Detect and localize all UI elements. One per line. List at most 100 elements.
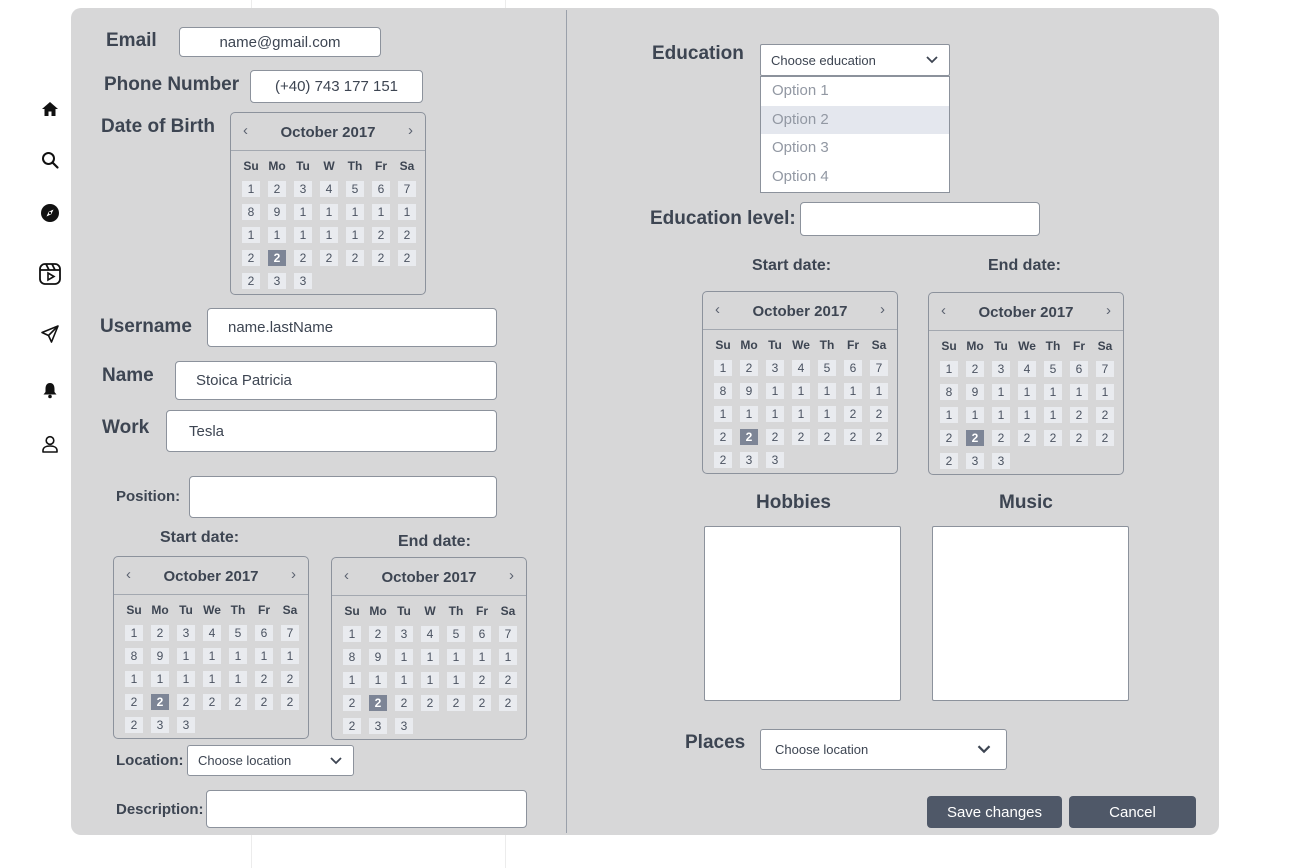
education-start-calendar[interactable]: October 2017 ‹ › Su Mo Tu We Th Fr Sa 1 2 3 4 5 6 7 8 9 1 1 1…: [702, 291, 898, 474]
calendar-day[interactable]: 3: [369, 718, 387, 734]
calendar-day[interactable]: 2: [203, 694, 221, 710]
calendar-day[interactable]: 3: [992, 453, 1010, 469]
calendar-day[interactable]: 2: [320, 250, 338, 266]
calendar-day[interactable]: 2: [766, 429, 784, 445]
chevron-left-icon[interactable]: ‹: [941, 302, 946, 319]
calendar-day[interactable]: 2: [177, 694, 195, 710]
calendar-day[interactable]: 5: [229, 625, 247, 641]
calendar-day[interactable]: 1: [1018, 407, 1036, 423]
calendar-day[interactable]: 3: [766, 452, 784, 468]
bell-icon[interactable]: [38, 378, 62, 402]
calendar-day[interactable]: 2: [255, 694, 273, 710]
search-icon[interactable]: [38, 148, 62, 172]
calendar-day[interactable]: 1: [369, 672, 387, 688]
calendar-day[interactable]: 3: [740, 452, 758, 468]
calendar-day[interactable]: 1: [421, 649, 439, 665]
calendar-day[interactable]: 2: [714, 452, 732, 468]
places-select[interactable]: Choose location: [760, 729, 1007, 770]
calendar-day[interactable]: 4: [1018, 361, 1036, 377]
calendar-day[interactable]: 1: [992, 407, 1010, 423]
calendar-day[interactable]: 1: [294, 204, 312, 220]
chevron-left-icon[interactable]: ‹: [126, 566, 131, 583]
calendar-day[interactable]: 1: [125, 625, 143, 641]
calendar-day[interactable]: 2: [844, 429, 862, 445]
calendar-day[interactable]: 9: [740, 383, 758, 399]
calendar-day[interactable]: 5: [447, 626, 465, 642]
calendar-day[interactable]: 2: [372, 250, 390, 266]
calendar-day[interactable]: 7: [398, 181, 416, 197]
home-icon[interactable]: [38, 97, 62, 121]
calendar-day[interactable]: 2: [268, 181, 286, 197]
calendar-day[interactable]: 5: [1044, 361, 1062, 377]
calendar-day[interactable]: 3: [294, 181, 312, 197]
education-option[interactable]: Option 4: [761, 163, 949, 192]
calendar-day[interactable]: 1: [421, 672, 439, 688]
calendar-day[interactable]: 2: [792, 429, 810, 445]
calendar-day[interactable]: 2: [1018, 430, 1036, 446]
calendar-day[interactable]: 1: [343, 626, 361, 642]
location-select[interactable]: Choose location: [187, 745, 354, 776]
calendar-day[interactable]: 1: [818, 383, 836, 399]
calendar-day[interactable]: 1: [229, 671, 247, 687]
calendar-day[interactable]: 2: [992, 430, 1010, 446]
calendar-day[interactable]: 2: [870, 406, 888, 422]
calendar-day[interactable]: 1: [714, 406, 732, 422]
calendar-day[interactable]: 1: [320, 204, 338, 220]
calendar-day-selected[interactable]: 2: [966, 430, 984, 446]
chevron-right-icon[interactable]: ›: [408, 122, 413, 139]
send-icon[interactable]: [38, 322, 62, 346]
calendar-day[interactable]: 1: [346, 204, 364, 220]
calendar-day[interactable]: 4: [792, 360, 810, 376]
calendar-day[interactable]: 1: [229, 648, 247, 664]
calendar-day[interactable]: 7: [281, 625, 299, 641]
calendar-day[interactable]: 1: [766, 383, 784, 399]
calendar-day[interactable]: 2: [473, 672, 491, 688]
education-option[interactable]: Option 1: [761, 77, 949, 106]
calendar-day[interactable]: 3: [268, 273, 286, 289]
calendar-day[interactable]: 1: [473, 649, 491, 665]
calendar-day[interactable]: 2: [343, 718, 361, 734]
education-option-highlighted[interactable]: Option 2: [761, 105, 949, 134]
calendar-day[interactable]: 2: [447, 695, 465, 711]
calendar-day[interactable]: 4: [320, 181, 338, 197]
calendar-day[interactable]: 1: [447, 649, 465, 665]
calendar-day[interactable]: 3: [177, 717, 195, 733]
calendar-day[interactable]: 2: [473, 695, 491, 711]
calendar-day-selected[interactable]: 2: [740, 429, 758, 445]
calendar-day[interactable]: 7: [1096, 361, 1114, 377]
work-start-calendar[interactable]: October 2017 ‹ › Su Mo Tu We Th Fr Sa 1 2 3 4 5 6 7 8 9 1 1 1…: [113, 556, 309, 739]
calendar-day[interactable]: 8: [125, 648, 143, 664]
calendar-day[interactable]: 1: [203, 648, 221, 664]
chevron-right-icon[interactable]: ›: [1106, 302, 1111, 319]
calendar-day-selected[interactable]: 2: [369, 695, 387, 711]
calendar-day[interactable]: 4: [203, 625, 221, 641]
chevron-left-icon[interactable]: ‹: [344, 567, 349, 584]
calendar-day[interactable]: 2: [1070, 430, 1088, 446]
calendar-day[interactable]: 1: [499, 649, 517, 665]
calendar-day[interactable]: 8: [242, 204, 260, 220]
calendar-day[interactable]: 7: [499, 626, 517, 642]
calendar-day[interactable]: 2: [870, 429, 888, 445]
calendar-day[interactable]: 8: [714, 383, 732, 399]
calendar-day[interactable]: 1: [966, 407, 984, 423]
calendar-day[interactable]: 1: [1070, 384, 1088, 400]
calendar-day[interactable]: 2: [1096, 407, 1114, 423]
calendar-day[interactable]: 3: [766, 360, 784, 376]
calendar-day[interactable]: 2: [125, 694, 143, 710]
calendar-day[interactable]: 9: [268, 204, 286, 220]
chevron-right-icon[interactable]: ›: [880, 301, 885, 318]
dob-calendar[interactable]: October 2017 ‹ › Su Mo Tu W Th Fr Sa 1 2 3 4 5 6 7 8 9 1 1 1 1…: [230, 112, 426, 295]
email-field[interactable]: name@gmail.com: [179, 27, 381, 57]
calendar-day[interactable]: 1: [792, 383, 810, 399]
calendar-day[interactable]: 3: [294, 273, 312, 289]
calendar-day[interactable]: 3: [992, 361, 1010, 377]
calendar-day[interactable]: 2: [151, 625, 169, 641]
calendar-day[interactable]: 1: [940, 361, 958, 377]
phone-field[interactable]: (+40) 743 177 151: [250, 70, 423, 103]
music-textarea[interactable]: [932, 526, 1129, 701]
calendar-day[interactable]: 9: [151, 648, 169, 664]
calendar-day[interactable]: 9: [966, 384, 984, 400]
calendar-day[interactable]: 2: [714, 429, 732, 445]
calendar-day[interactable]: 1: [294, 227, 312, 243]
calendar-day[interactable]: 2: [346, 250, 364, 266]
